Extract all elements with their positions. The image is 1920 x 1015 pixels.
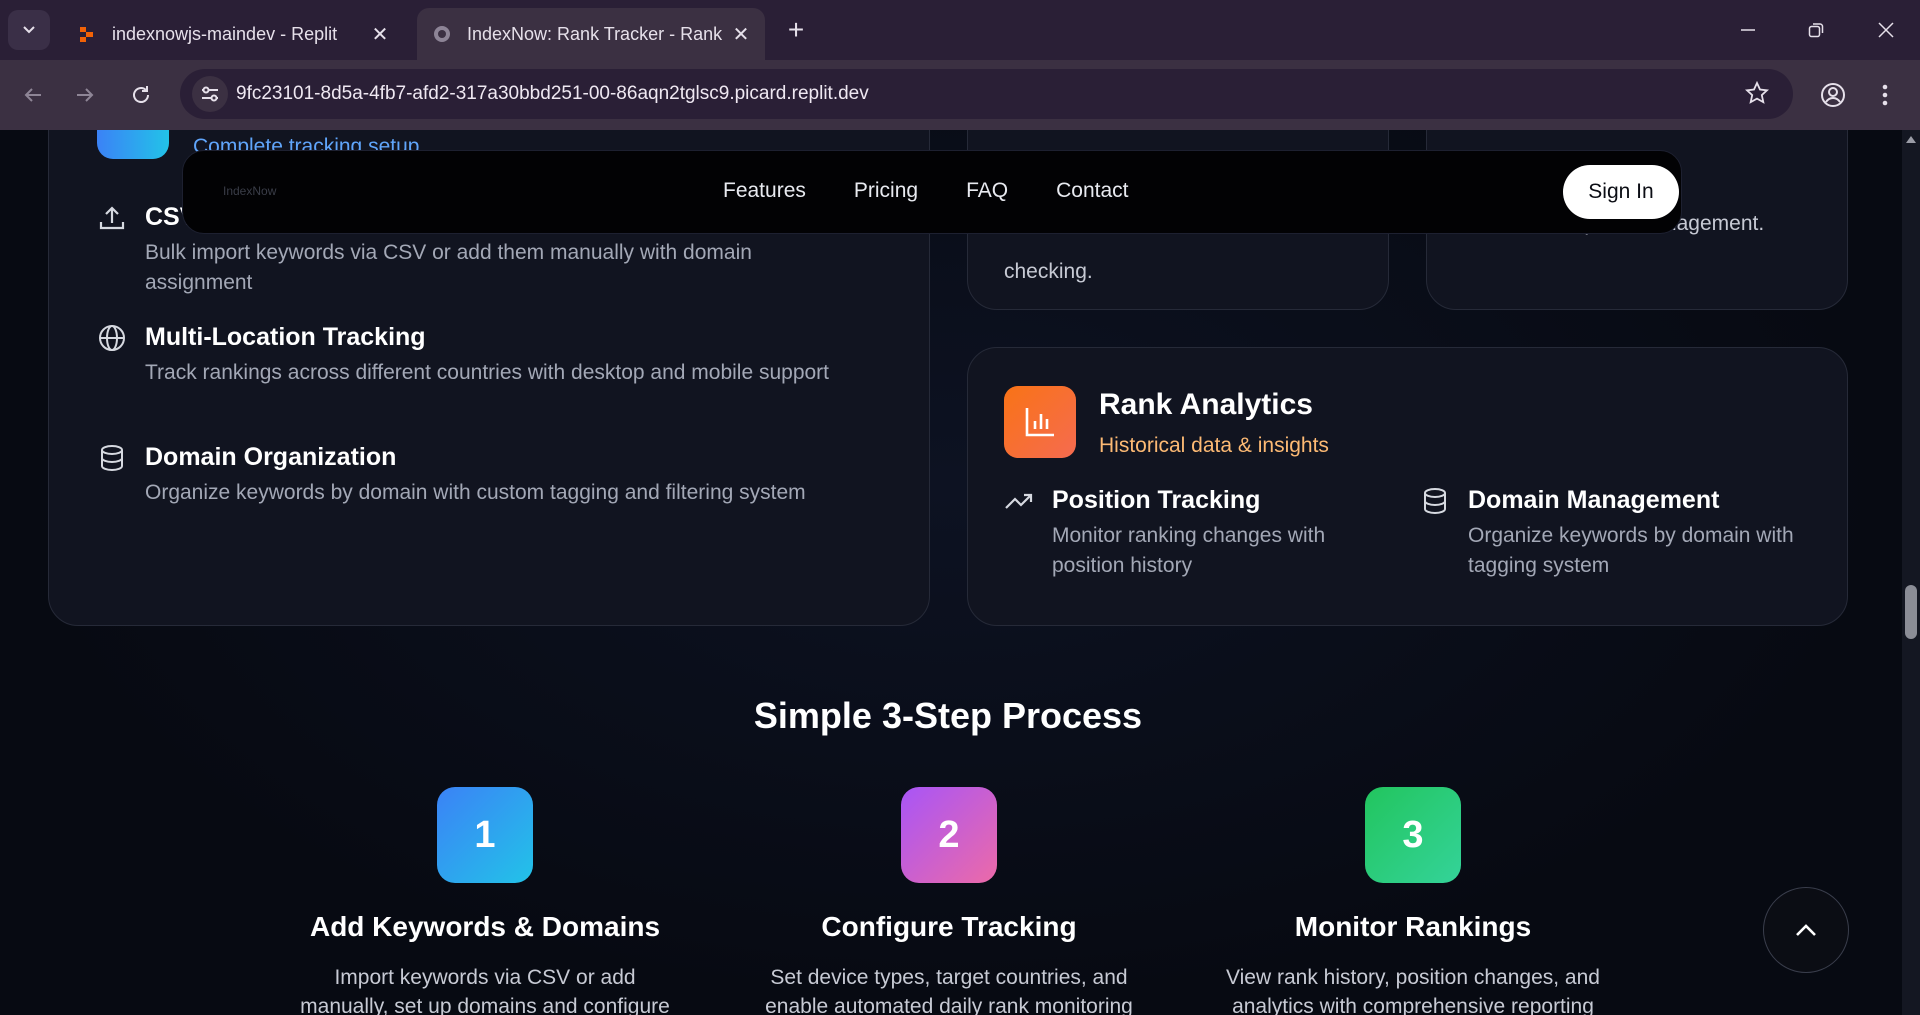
globe-icon (99, 325, 125, 351)
step-desc-line: enable automated daily rank monitoring (765, 995, 1133, 1015)
replit-icon (80, 27, 93, 42)
nav-link-pricing[interactable]: Pricing (854, 179, 918, 203)
nav-link-contact[interactable]: Contact (1056, 179, 1128, 203)
feature-desc: Bulk import keywords via CSV or add them… (145, 241, 752, 294)
scrollbar-thumb[interactable] (1905, 585, 1917, 639)
reload-button[interactable] (122, 76, 160, 114)
feature-desc: Track rankings across different countrie… (145, 361, 830, 384)
feature-title: Domain Management (1468, 486, 1720, 514)
step-1: 1 Add Keywords & Domains Import keywords… (275, 787, 695, 1015)
scroll-up-arrow-icon[interactable] (1906, 136, 1916, 143)
globe-icon (434, 26, 450, 42)
step-title: Monitor Rankings (1294, 911, 1532, 942)
step-desc-line: manually, set up domains and configure (300, 995, 670, 1015)
chevron-up-icon (1796, 924, 1816, 936)
feature-desc: Organize keywords by domain with custom … (145, 481, 806, 504)
feature-domain-management: Domain Management Organize keywords by d… (1420, 486, 1820, 581)
tune-icon (202, 86, 218, 102)
feature-title: Domain Organization (145, 443, 397, 471)
new-tab-button[interactable]: + (780, 14, 812, 46)
step-title: Configure Tracking (821, 911, 1077, 942)
star-icon[interactable] (1745, 81, 1769, 105)
feature-desc: Organize keywords by domain with tagging… (1468, 524, 1794, 577)
bar-chart-icon (1004, 386, 1076, 458)
close-icon[interactable]: ✕ (727, 20, 755, 48)
back-button[interactable] (14, 76, 52, 114)
menu-button[interactable] (1866, 76, 1904, 114)
arrow-left-icon (24, 88, 41, 102)
nav-link-faq[interactable]: FAQ (966, 179, 1008, 203)
restore-button[interactable] (1782, 0, 1850, 60)
upload-icon (99, 206, 125, 230)
close-icon (1878, 22, 1894, 38)
trending-up-icon (1005, 493, 1033, 509)
tab-indexnow[interactable]: IndexNow: Rank Tracker - Rank ✕ (417, 8, 765, 60)
page-scrollbar[interactable] (1902, 130, 1920, 1015)
step-number: 3 (1365, 787, 1461, 883)
restore-icon (1808, 23, 1824, 38)
minimize-button[interactable] (1714, 0, 1782, 60)
tab-search-button[interactable] (8, 10, 50, 50)
step-number: 1 (437, 787, 533, 883)
feature-desc: Monitor ranking changes with position hi… (1052, 524, 1326, 577)
site-navbar: IndexNow Features Pricing FAQ Contact Si… (182, 150, 1682, 234)
arrow-right-icon (77, 88, 94, 102)
step-desc-line: Set device types, target countries, and (770, 966, 1128, 989)
feature-title: Multi-Location Tracking (145, 323, 426, 351)
step-desc-line: analytics with comprehensive reporting (1232, 995, 1594, 1015)
page-viewport: Complete tracking setup CSV Bulk import … (0, 130, 1902, 1015)
section-heading: Simple 3-Step Process (753, 695, 1143, 736)
close-icon[interactable]: ✕ (366, 20, 394, 48)
tab-replit[interactable]: indexnowjs-maindev - Replit ✕ (62, 8, 404, 60)
tab-title: IndexNow: Rank Tracker - Rank (467, 23, 723, 44)
account-icon (1821, 83, 1845, 107)
card-icon-tile (97, 130, 169, 159)
chevron-down-icon (23, 26, 35, 34)
forward-button[interactable] (66, 76, 104, 114)
feature-title: Position Tracking (1052, 486, 1261, 514)
step-desc-line: Import keywords via CSV or add (334, 966, 636, 989)
browser-tab-strip: indexnowjs-maindev - Replit ✕ IndexNow: … (0, 0, 1920, 60)
rank-analytics-card: Rank Analytics Historical data & insight… (967, 347, 1848, 626)
browser-toolbar: 9fc23101-8d5a-4fb7-afd2-317a30bbd251-00-… (0, 60, 1920, 130)
database-icon (101, 445, 123, 472)
site-logo[interactable]: IndexNow (223, 184, 276, 198)
feature-position-tracking: Position Tracking Monitor ranking change… (1004, 486, 1394, 581)
step-desc-line: View rank history, position changes, and (1226, 966, 1600, 989)
card-title: Rank Analytics (1099, 388, 1313, 421)
card-desc-tail: checking. (1004, 260, 1093, 283)
url-text: 9fc23101-8d5a-4fb7-afd2-317a30bbd251-00-… (236, 83, 869, 104)
step-3: 3 Monitor Rankings View rank history, po… (1203, 787, 1623, 1015)
scroll-to-top-button[interactable] (1763, 887, 1849, 973)
step-2: 2 Configure Tracking Set device types, t… (739, 787, 1159, 1015)
minimize-icon (1741, 29, 1755, 31)
site-info-button[interactable] (192, 76, 228, 112)
feature-multi-location: Multi-Location Tracking Track rankings a… (97, 323, 897, 388)
feature-domain-organization: Domain Organization Organize keywords by… (97, 443, 897, 508)
nav-links: Features Pricing FAQ Contact (723, 179, 1128, 203)
step-title: Add Keywords & Domains (309, 911, 661, 942)
sign-in-button[interactable]: Sign In (1563, 165, 1679, 219)
profile-button[interactable] (1814, 76, 1852, 114)
card-subtitle: Historical data & insights (1099, 434, 1329, 457)
tab-title: indexnowjs-maindev - Replit (112, 23, 338, 44)
step-number: 2 (901, 787, 997, 883)
close-window-button[interactable] (1852, 0, 1920, 60)
nav-link-features[interactable]: Features (723, 179, 806, 203)
database-icon (1424, 488, 1446, 515)
address-bar[interactable]: 9fc23101-8d5a-4fb7-afd2-317a30bbd251-00-… (180, 69, 1793, 119)
reload-icon (133, 86, 149, 103)
more-vert-icon (1882, 84, 1888, 106)
